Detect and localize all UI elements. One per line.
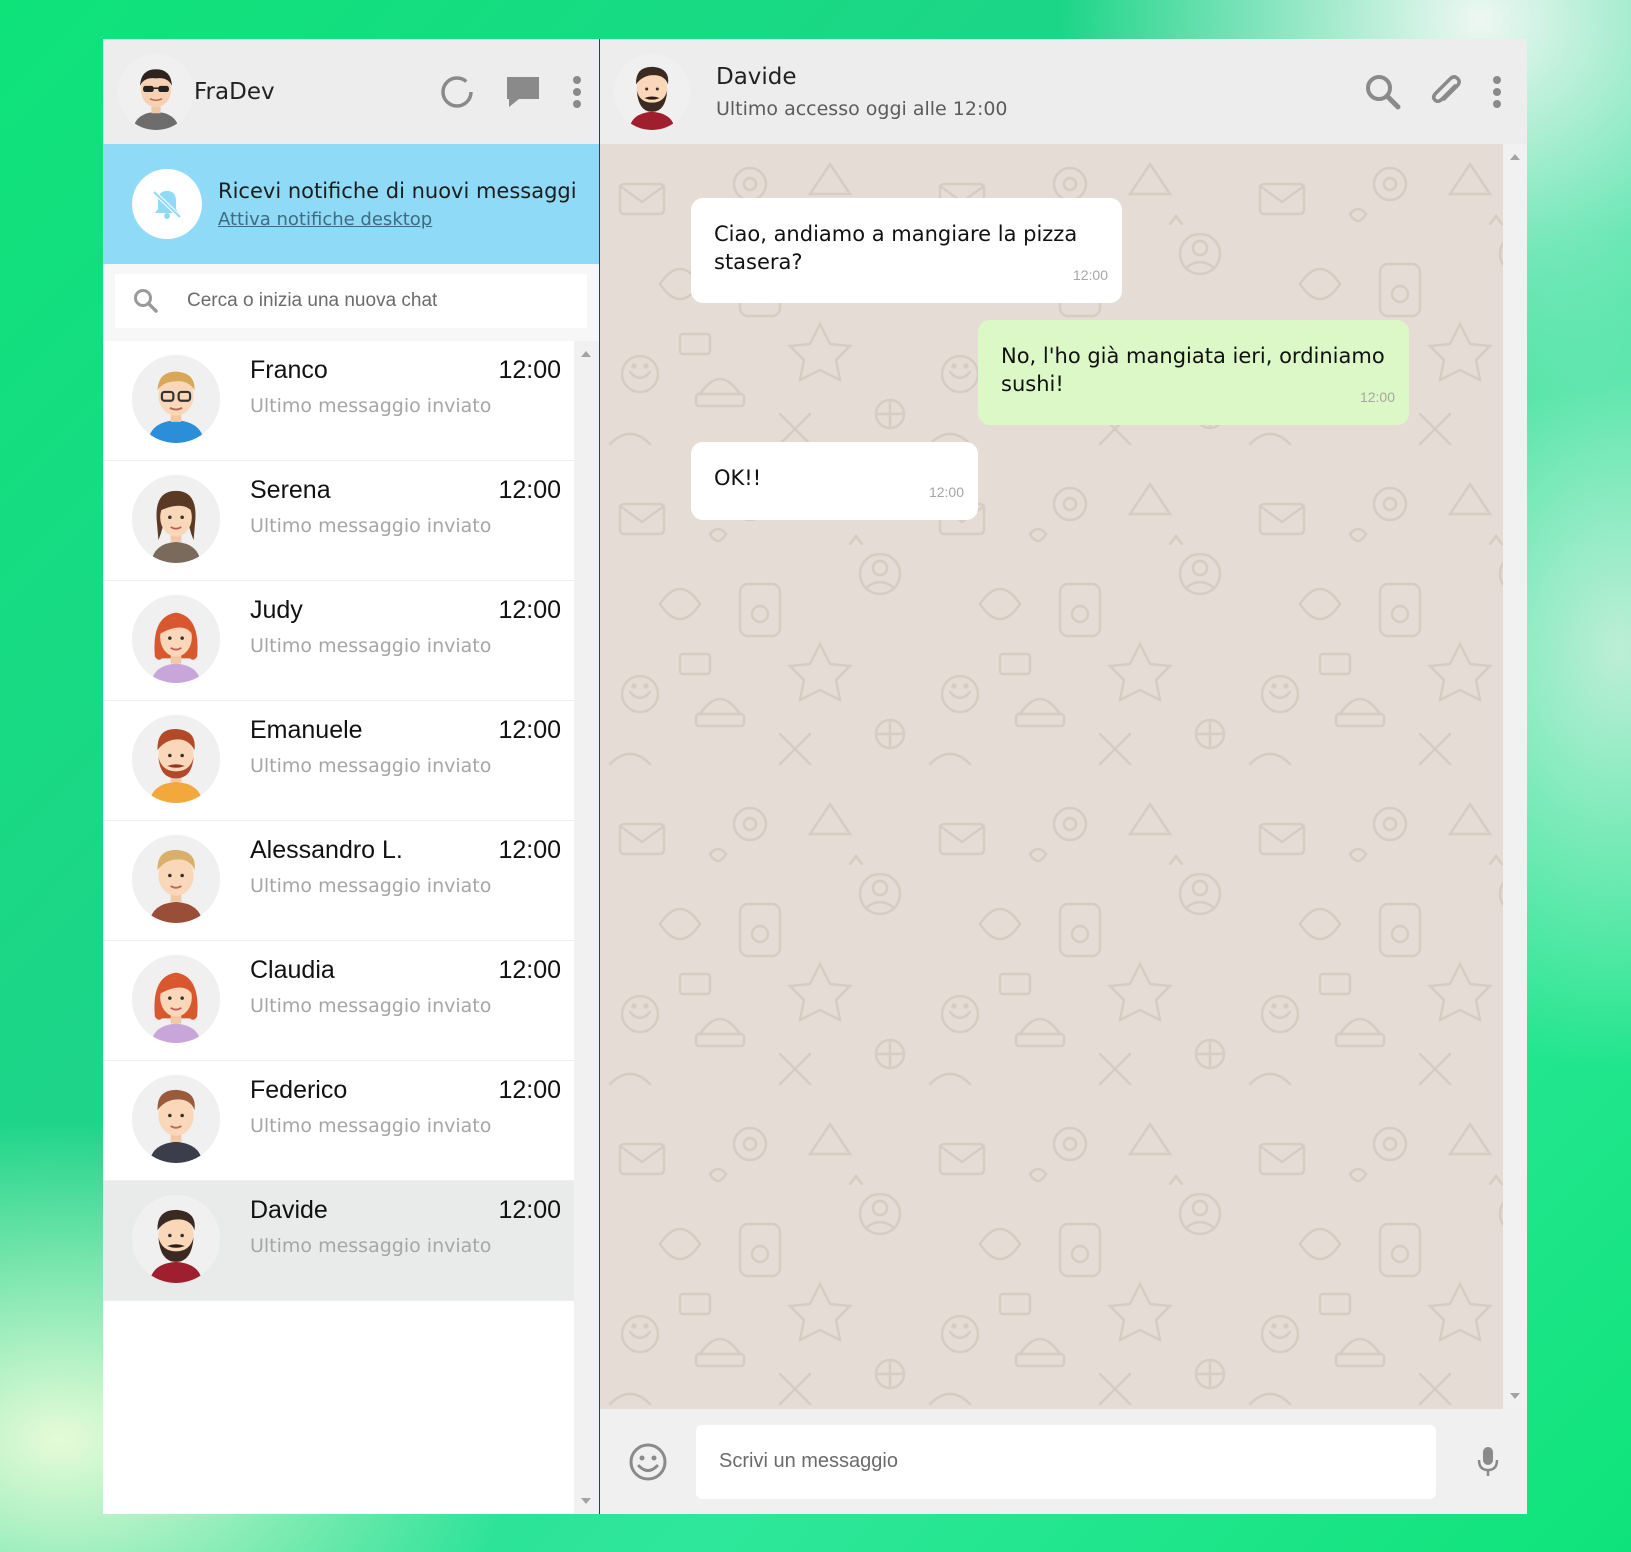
my-avatar[interactable]: [118, 53, 194, 130]
whatsapp-app: FraDev Ricevi notifiche di nuovi messagg…: [103, 39, 1527, 1514]
message-time: 12:00: [928, 484, 964, 500]
chat-time: 12:00: [498, 356, 561, 384]
scroll-down-icon[interactable]: [581, 1498, 591, 1504]
search-bar: [103, 264, 599, 341]
message-area[interactable]: Ciao, andiamo a mangiare la pizza staser…: [600, 144, 1503, 1409]
message-composer: [600, 1409, 1527, 1514]
chat-item-judy[interactable]: Judy Ultimo messaggio inviato 12:00: [103, 581, 575, 701]
avatar: [132, 475, 220, 563]
chat-item-federico[interactable]: Federico Ultimo messaggio inviato 12:00: [103, 1061, 575, 1181]
avatar: [132, 1195, 220, 1283]
chat-last-message: Ultimo messaggio inviato: [250, 515, 492, 537]
search-icon: [134, 289, 158, 313]
search-icon[interactable]: [1365, 74, 1401, 110]
chat-item-alessandro[interactable]: Alessandro L. Ultimo messaggio inviato 1…: [103, 821, 575, 941]
message-incoming[interactable]: OK!! 12:00: [691, 442, 978, 520]
chat-last-message: Ultimo messaggio inviato: [250, 875, 492, 897]
chat-item-emanuele[interactable]: Emanuele Ultimo messaggio inviato 12:00: [103, 701, 575, 821]
notification-title: Ricevi notifiche di nuovi messaggi: [218, 178, 577, 203]
avatar: [132, 355, 220, 443]
chat-item-serena[interactable]: Serena Ultimo messaggio inviato 12:00: [103, 461, 575, 581]
message-text: No, l'ho già mangiata ieri, ordiniamo su…: [1001, 344, 1385, 396]
my-name: FraDev: [194, 78, 275, 105]
chat-time: 12:00: [498, 1076, 561, 1104]
message-time: 12:00: [1359, 389, 1395, 405]
message-text: OK!!: [714, 466, 762, 490]
chat-list-scrollbar[interactable]: [574, 341, 599, 1514]
chat-time: 12:00: [498, 956, 561, 984]
message-outgoing[interactable]: No, l'ho già mangiata ieri, ordiniamo su…: [978, 320, 1409, 425]
bell-off-icon: [132, 169, 202, 239]
scroll-down-icon[interactable]: [1510, 1393, 1520, 1399]
contact-avatar[interactable]: [614, 53, 690, 130]
chat-last-message: Ultimo messaggio inviato: [250, 395, 492, 417]
notification-banner: Ricevi notifiche di nuovi messaggi Attiv…: [103, 144, 599, 264]
contact-name: Davide: [716, 63, 797, 90]
chat-time: 12:00: [498, 596, 561, 624]
search-input[interactable]: [187, 290, 547, 312]
chat-last-message: Ultimo messaggio inviato: [250, 635, 492, 657]
scroll-up-icon[interactable]: [581, 351, 591, 357]
microphone-icon[interactable]: [1476, 1445, 1500, 1479]
sidebar-header: FraDev: [103, 39, 599, 144]
emoji-icon[interactable]: [628, 1442, 668, 1482]
conversation-header: Davide Ultimo accesso oggi alle 12:00: [600, 39, 1527, 144]
chat-last-message: Ultimo messaggio inviato: [250, 1115, 492, 1137]
chat-time: 12:00: [498, 1196, 561, 1224]
sidebar: FraDev Ricevi notifiche di nuovi messagg…: [103, 39, 600, 1514]
avatar: [132, 595, 220, 683]
new-chat-icon[interactable]: [505, 75, 541, 109]
message-incoming[interactable]: Ciao, andiamo a mangiare la pizza staser…: [691, 198, 1122, 303]
avatar: [132, 715, 220, 803]
chat-list: Franco Ultimo messaggio inviato 12:00 Se…: [103, 341, 575, 1514]
enable-notifications-link[interactable]: Attiva notifiche desktop: [218, 209, 432, 230]
message-text: Ciao, andiamo a mangiare la pizza staser…: [714, 222, 1078, 274]
chat-time: 12:00: [498, 716, 561, 744]
avatar: [132, 955, 220, 1043]
chat-last-message: Ultimo messaggio inviato: [250, 1235, 492, 1257]
chat-item-claudia[interactable]: Claudia Ultimo messaggio inviato 12:00: [103, 941, 575, 1061]
chat-time: 12:00: [498, 476, 561, 504]
status-icon[interactable]: [439, 74, 475, 110]
contact-last-seen: Ultimo accesso oggi alle 12:00: [716, 97, 1008, 120]
chat-item-franco[interactable]: Franco Ultimo messaggio inviato 12:00: [103, 341, 575, 461]
scroll-up-icon[interactable]: [1510, 154, 1520, 160]
chat-item-davide[interactable]: Davide Ultimo messaggio inviato 12:00: [103, 1181, 575, 1301]
conversation-panel: Davide Ultimo accesso oggi alle 12:00 Ci…: [600, 39, 1527, 1514]
avatar: [132, 1075, 220, 1163]
message-area-scrollbar[interactable]: [1503, 144, 1527, 1409]
avatar: [132, 835, 220, 923]
chat-last-message: Ultimo messaggio inviato: [250, 995, 492, 1017]
menu-icon[interactable]: [1491, 75, 1503, 109]
message-input[interactable]: [696, 1424, 1436, 1499]
menu-icon[interactable]: [571, 75, 583, 109]
attach-icon[interactable]: [1429, 74, 1463, 110]
chat-last-message: Ultimo messaggio inviato: [250, 755, 492, 777]
chat-time: 12:00: [498, 836, 561, 864]
message-time: 12:00: [1072, 267, 1108, 283]
